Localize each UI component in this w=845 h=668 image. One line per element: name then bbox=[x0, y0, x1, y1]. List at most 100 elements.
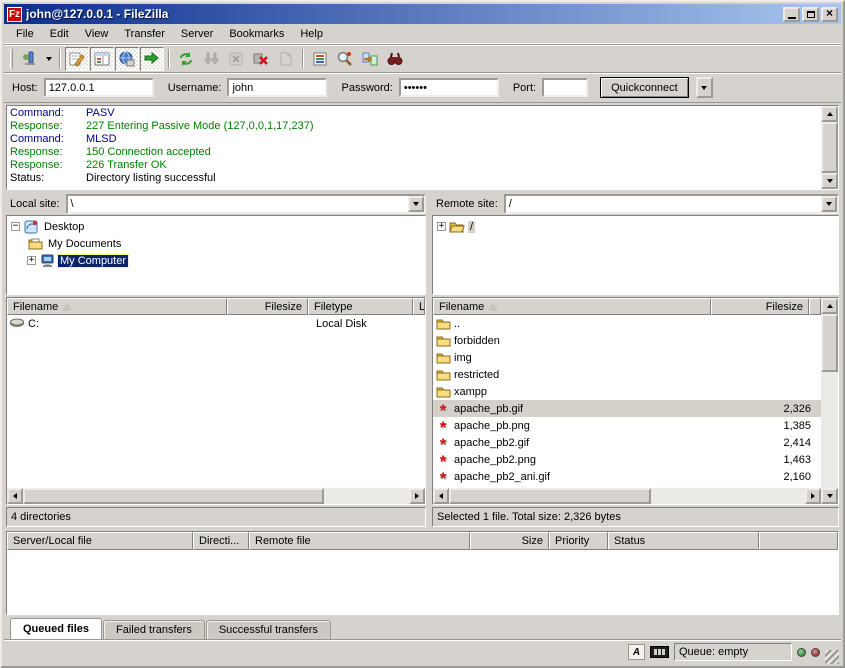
scroll-thumb[interactable] bbox=[821, 314, 838, 372]
column-status[interactable]: Status bbox=[608, 532, 759, 550]
scroll-left-button[interactable] bbox=[433, 488, 449, 504]
scroll-up-button[interactable] bbox=[821, 106, 838, 122]
column-filename[interactable]: Filename bbox=[7, 298, 227, 315]
port-input[interactable] bbox=[542, 78, 588, 97]
close-button[interactable]: × bbox=[821, 7, 838, 22]
local-site-dropdown[interactable] bbox=[408, 196, 424, 212]
remote-file-row[interactable]: forbidden bbox=[433, 332, 821, 349]
reconnect-button[interactable] bbox=[274, 47, 298, 71]
column-size[interactable]: Size bbox=[470, 532, 549, 550]
expand-icon[interactable]: + bbox=[437, 222, 446, 231]
menu-help[interactable]: Help bbox=[292, 26, 331, 42]
disconnect-button[interactable] bbox=[249, 47, 273, 71]
username-input[interactable] bbox=[227, 78, 327, 97]
refresh-button[interactable] bbox=[174, 47, 198, 71]
column-filler bbox=[759, 532, 838, 550]
remote-file-row[interactable]: *apache_pb2_ani.gif 2,160 bbox=[433, 468, 821, 485]
menu-transfer[interactable]: Transfer bbox=[116, 26, 173, 42]
scroll-left-button[interactable] bbox=[7, 488, 23, 504]
disconnect-icon bbox=[253, 51, 269, 67]
column-filesize[interactable]: Filesize bbox=[227, 298, 308, 315]
resize-grip[interactable] bbox=[825, 650, 839, 664]
column-filler bbox=[809, 298, 821, 315]
log-scrollbar[interactable] bbox=[821, 106, 838, 189]
menu-view[interactable]: View bbox=[77, 26, 117, 42]
column-direction[interactable]: Directi... bbox=[193, 532, 249, 550]
minimize-button[interactable] bbox=[783, 7, 800, 22]
menu-file[interactable]: File bbox=[8, 26, 42, 42]
scroll-up-button[interactable] bbox=[821, 298, 838, 314]
search-button[interactable] bbox=[333, 47, 357, 71]
remote-file-row[interactable]: xampp bbox=[433, 383, 821, 400]
remote-site-label: Remote site: bbox=[432, 198, 504, 210]
scroll-down-button[interactable] bbox=[821, 488, 838, 504]
site-manager-dropdown[interactable] bbox=[42, 47, 55, 71]
scroll-thumb[interactable] bbox=[821, 122, 838, 173]
remote-file-row[interactable]: restricted bbox=[433, 366, 821, 383]
image-file-icon: * bbox=[435, 406, 451, 415]
compare-button[interactable] bbox=[358, 47, 382, 71]
remote-file-row[interactable]: *apache_pb2.png 1,463 bbox=[433, 451, 821, 468]
scroll-thumb[interactable] bbox=[449, 488, 651, 504]
remote-site-combo[interactable]: / bbox=[504, 194, 839, 214]
local-status-text: 4 directories bbox=[6, 507, 426, 527]
quickconnect-button[interactable]: Quickconnect bbox=[600, 77, 689, 98]
queue-view-icon bbox=[144, 51, 160, 67]
queue-body[interactable] bbox=[7, 550, 838, 614]
remote-file-row[interactable]: *apache_pb2.gif 2,414 bbox=[433, 434, 821, 451]
tab-successful-transfers[interactable]: Successful transfers bbox=[206, 620, 331, 639]
expand-icon[interactable]: + bbox=[27, 256, 36, 265]
local-file-row[interactable]: C: Local Disk bbox=[7, 315, 425, 332]
toggle-remote-tree-button[interactable] bbox=[115, 47, 139, 71]
toggle-queue-button[interactable] bbox=[140, 47, 164, 71]
transfer-type-icon[interactable]: A bbox=[628, 644, 645, 660]
recv-activity-led bbox=[797, 648, 806, 657]
tab-queued-files[interactable]: Queued files bbox=[10, 618, 102, 639]
remote-file-row[interactable]: img bbox=[433, 349, 821, 366]
tab-failed-transfers[interactable]: Failed transfers bbox=[103, 620, 205, 639]
column-priority[interactable]: Priority bbox=[549, 532, 608, 550]
remote-status-text: Selected 1 file. Total size: 2,326 bytes bbox=[432, 507, 839, 527]
toggle-local-tree-button[interactable] bbox=[90, 47, 114, 71]
maximize-button[interactable] bbox=[802, 7, 819, 22]
column-filetype[interactable]: Filetype bbox=[308, 298, 413, 315]
process-queue-button[interactable] bbox=[199, 47, 223, 71]
password-input[interactable] bbox=[399, 78, 499, 97]
cancel-button[interactable] bbox=[224, 47, 248, 71]
tree-item-my-computer[interactable]: + My Computer bbox=[7, 252, 425, 269]
find-files-button[interactable] bbox=[383, 47, 407, 71]
tree-item-root[interactable]: + / bbox=[433, 218, 838, 235]
column-last-modified[interactable]: L bbox=[413, 298, 425, 315]
column-remote-file[interactable]: Remote file bbox=[249, 532, 470, 550]
quickconnect-dropdown[interactable] bbox=[696, 77, 713, 98]
menu-bookmarks[interactable]: Bookmarks bbox=[221, 26, 292, 42]
site-manager-button[interactable] bbox=[17, 47, 41, 71]
remote-file-row[interactable]: .. bbox=[433, 315, 821, 332]
menu-server[interactable]: Server bbox=[173, 26, 221, 42]
sort-asc-icon bbox=[63, 304, 71, 310]
column-filename[interactable]: Filename bbox=[433, 298, 711, 315]
remote-site-dropdown[interactable] bbox=[821, 196, 837, 212]
remote-file-row[interactable]: *apache_pb.png 1,385 bbox=[433, 417, 821, 434]
remote-vscrollbar[interactable] bbox=[821, 298, 838, 504]
local-tree: − Desktop My Documents + bbox=[6, 215, 426, 295]
column-filesize[interactable]: Filesize bbox=[711, 298, 809, 315]
local-site-combo[interactable]: \ bbox=[66, 194, 426, 214]
menu-edit[interactable]: Edit bbox=[42, 26, 77, 42]
tree-item-desktop[interactable]: − Desktop bbox=[7, 218, 425, 235]
remote-hscrollbar[interactable] bbox=[433, 488, 821, 504]
remote-file-row-selected[interactable]: *apache_pb.gif 2,326 bbox=[433, 400, 821, 417]
scroll-right-button[interactable] bbox=[409, 488, 425, 504]
filter-button[interactable] bbox=[308, 47, 332, 71]
scroll-thumb[interactable] bbox=[23, 488, 324, 504]
host-input[interactable] bbox=[44, 78, 154, 97]
scroll-down-button[interactable] bbox=[821, 173, 838, 189]
local-hscrollbar[interactable] bbox=[7, 488, 425, 504]
tree-item-my-documents[interactable]: My Documents bbox=[7, 235, 425, 252]
collapse-icon[interactable]: − bbox=[11, 222, 20, 231]
toolbar-grip[interactable] bbox=[10, 49, 13, 69]
scroll-right-button[interactable] bbox=[805, 488, 821, 504]
column-server-local-file[interactable]: Server/Local file bbox=[7, 532, 193, 550]
toggle-log-button[interactable] bbox=[65, 47, 89, 71]
local-file-list: Filename Filesize Filetype L C: bbox=[6, 297, 426, 505]
